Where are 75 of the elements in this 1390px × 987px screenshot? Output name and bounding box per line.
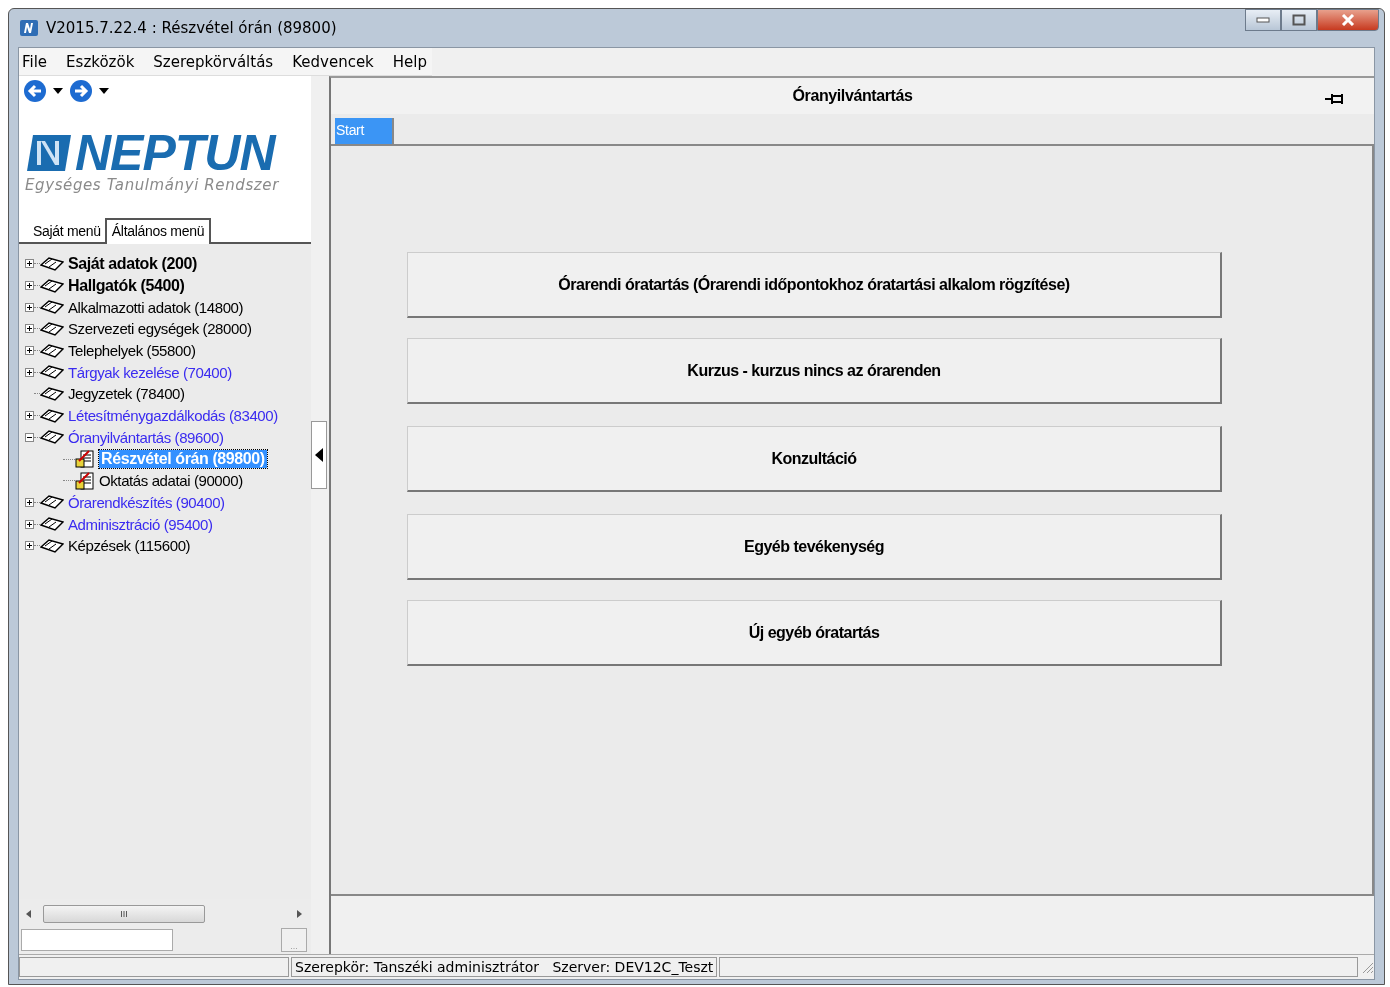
maximize-button[interactable] [1281, 9, 1317, 31]
collapse-icon[interactable] [25, 432, 34, 442]
close-icon [1341, 14, 1355, 26]
minimize-button[interactable] [1245, 9, 1281, 31]
tree-item[interactable]: Óranyilvántartás (89600) [68, 428, 224, 446]
tree-item[interactable]: Szervezeti egységek (28000) [68, 320, 252, 338]
expand-icon[interactable] [25, 497, 34, 507]
tree-item[interactable]: Képzések (115600) [68, 537, 191, 555]
menu-item[interactable]: Kedvencek [292, 52, 374, 71]
tree-item[interactable]: Hallgatók (5400) [68, 276, 185, 295]
action-button[interactable]: Konzultáció [407, 426, 1222, 492]
book-icon [40, 342, 64, 359]
app-logo-icon [19, 19, 39, 37]
book-icon [40, 494, 64, 511]
panel-title: Óranyilvántartás [792, 87, 913, 105]
tree-item[interactable]: Oktatás adatai (90000) [99, 472, 243, 490]
book-icon [40, 516, 64, 533]
tree-item[interactable]: Saját adatok (200) [68, 254, 197, 273]
book-icon [40, 407, 64, 424]
tree-item[interactable]: Létesítménygazdálkodás (83400) [68, 407, 278, 425]
window-title: V2015.7.22.4 : Részvétel órán (89800) [46, 19, 337, 37]
action-button[interactable]: Egyéb tevékenység [407, 514, 1222, 580]
book-icon [40, 385, 64, 402]
menu-tab[interactable]: Saját menü [29, 219, 105, 242]
menu-item[interactable]: Help [392, 52, 427, 71]
book-icon [40, 277, 64, 294]
text-field[interactable] [21, 929, 173, 951]
close-button[interactable] [1317, 9, 1379, 31]
action-button[interactable]: Kurzus - kurzus nincs az órarenden [407, 338, 1222, 404]
tree-item[interactable]: Adminisztráció (95400) [68, 515, 213, 533]
expand-icon[interactable] [25, 259, 34, 269]
left-triangle-icon [315, 448, 323, 462]
horizontal-scrollbar[interactable]: III [19, 905, 311, 923]
document-pen-icon [75, 470, 95, 491]
book-icon [40, 429, 64, 446]
dropdown-caret-icon[interactable] [99, 88, 109, 94]
tree-item[interactable]: Telephelyek (55800) [68, 342, 196, 360]
collapse-panel-button[interactable] [311, 421, 327, 489]
menu-item[interactable]: Eszközök [66, 52, 135, 71]
expand-icon[interactable] [25, 324, 34, 334]
pin-icon[interactable] [1324, 92, 1346, 106]
action-button[interactable]: Új egyéb óratartás [407, 600, 1222, 666]
book-icon [40, 364, 64, 381]
expand-icon[interactable] [25, 367, 34, 377]
tree-item[interactable]: Alkalmazotti adatok (14800) [68, 298, 244, 316]
book-icon [40, 537, 64, 554]
action-button[interactable]: Órarendi óratartás (Órarendi időpontokhoz óratartási alkalom rögzítése) [407, 252, 1222, 318]
menu-item[interactable]: Szerepkörváltás [153, 52, 274, 71]
scroll-left-icon[interactable] [25, 910, 33, 918]
tree-item[interactable]: Jegyzetek (78400) [68, 385, 185, 403]
menu-tab[interactable]: Általános menü [104, 218, 212, 244]
expand-icon[interactable] [25, 346, 34, 356]
tree-item[interactable]: Tárgyak kezelése (70400) [68, 363, 232, 381]
logo-wordmark: NEPTUN [75, 130, 275, 176]
expand-icon[interactable] [25, 302, 34, 312]
document-pen-icon [75, 449, 95, 470]
scrollbar-thumb[interactable]: III [43, 905, 205, 923]
status-text: Szerepkör: Tanszéki adminisztrátor Szerver: DEV12C_Teszt [291, 957, 718, 977]
tree-item[interactable]: Órarendkészítés (90400) [68, 493, 225, 511]
grip-marks: III [120, 909, 128, 919]
resize-grip-icon[interactable] [1360, 960, 1374, 974]
book-icon [40, 299, 64, 316]
expand-icon[interactable] [25, 541, 34, 551]
expand-icon[interactable] [25, 519, 34, 529]
maximize-icon [1292, 14, 1306, 26]
logo-mark-icon [25, 133, 73, 173]
book-icon [40, 255, 64, 272]
scroll-right-icon[interactable] [295, 910, 303, 918]
expand-icon[interactable] [25, 281, 34, 291]
book-icon [40, 320, 64, 337]
minimize-icon [1256, 17, 1270, 23]
logo-tagline: Egységes Tanulmányi Rendszer [25, 176, 280, 194]
expand-icon[interactable] [25, 411, 34, 421]
menu-item[interactable]: File [22, 52, 48, 71]
dropdown-caret-icon[interactable] [53, 88, 63, 94]
